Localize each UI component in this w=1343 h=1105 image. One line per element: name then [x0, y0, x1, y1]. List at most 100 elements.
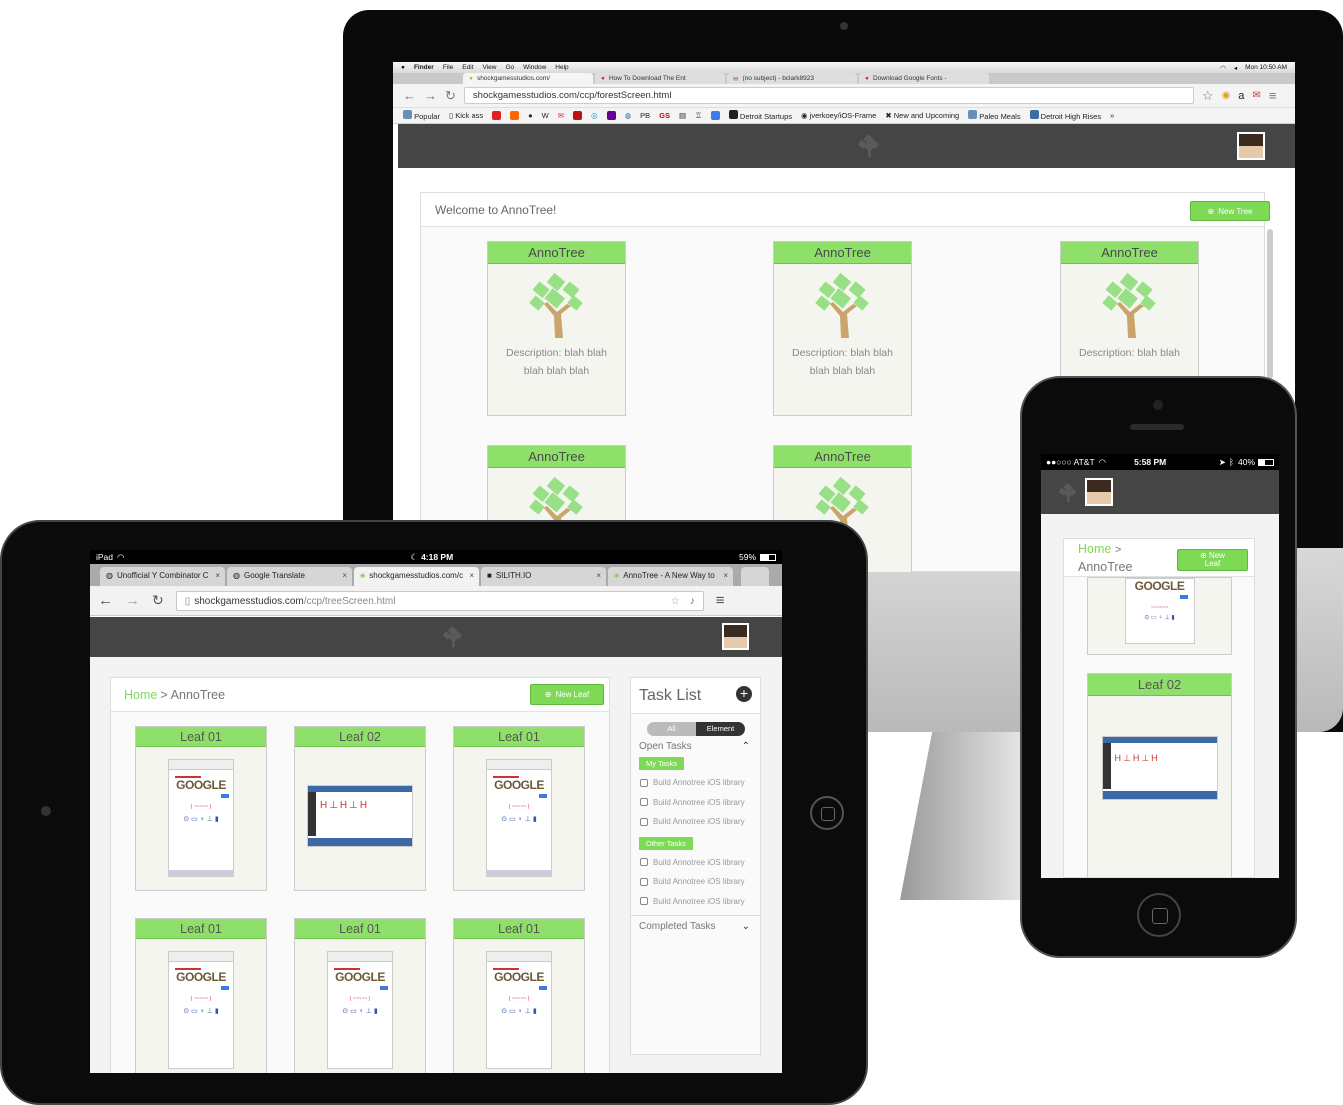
volume-icon[interactable]: ◂ — [1234, 64, 1237, 72]
bookmark-kick-ass[interactable]: ▯ Kick ass — [449, 111, 483, 120]
ipad-tab-2[interactable]: ◍ Google Translate × — [227, 567, 352, 586]
star-icon[interactable]: ☆ — [671, 596, 680, 607]
back-icon[interactable]: ← — [403, 88, 416, 103]
chevron-up-icon[interactable]: ⌃ — [742, 741, 750, 752]
menu-window[interactable]: Window — [523, 64, 546, 71]
task-item[interactable]: Build Annotree iOS library — [631, 853, 760, 873]
annotree-logo-icon[interactable] — [1057, 482, 1079, 504]
task-checkbox[interactable] — [640, 798, 648, 807]
bookmark-detroit-startups[interactable]: Detroit Startups — [728, 110, 792, 121]
task-item[interactable]: Build Annotree iOS library — [631, 872, 760, 892]
annotree-logo-icon[interactable] — [441, 625, 465, 649]
bookmark-detroit-high-rises[interactable]: Detroit High Rises — [1029, 110, 1101, 121]
reload-icon[interactable]: ↻ — [445, 88, 456, 104]
menu-edit[interactable]: Edit — [462, 64, 473, 71]
task-checkbox[interactable] — [640, 897, 648, 906]
menu-finder[interactable]: Finder — [414, 64, 434, 71]
new-tree-button[interactable]: ⊕ New Tree — [1190, 201, 1270, 221]
bookmarks-more-icon[interactable]: » — [1110, 111, 1114, 120]
close-tab-icon[interactable]: × — [469, 571, 474, 580]
completed-tasks-section[interactable]: Completed Tasks ⌄ — [631, 921, 760, 932]
trophy-icon[interactable]: ♖ — [695, 111, 702, 120]
wifi-icon[interactable]: ◠ — [1220, 64, 1226, 72]
microphone-icon[interactable]: ♪ — [690, 596, 695, 607]
leaf-card[interactable]: GOOGLE ~~~~~~ ⊙ ▭ ♀ ⊥ ▮ — [1087, 577, 1232, 655]
pb-icon[interactable]: PB — [640, 111, 650, 120]
calendar-icon[interactable]: ▤ — [679, 111, 686, 120]
menu-icon[interactable]: ≡ — [716, 592, 725, 609]
task-checkbox[interactable] — [640, 778, 648, 787]
menu-file[interactable]: File — [443, 64, 453, 71]
avatar[interactable] — [1085, 478, 1113, 506]
ipad-home-button[interactable] — [810, 796, 844, 830]
task-item[interactable]: Build Annotree iOS library — [631, 793, 760, 813]
new-leaf-button[interactable]: ⊕ New Leaf — [530, 684, 604, 705]
ipad-address-bar[interactable]: ▯ shockgamesstudios.com/ccp/treeScreen.h… — [175, 590, 704, 611]
add-task-icon[interactable]: + — [736, 686, 752, 702]
iphone-home-button[interactable] — [1137, 893, 1181, 937]
filter-all-button[interactable]: All — [647, 722, 696, 736]
avatar[interactable] — [722, 623, 749, 650]
annotree-logo-icon[interactable] — [856, 134, 882, 158]
menubar-clock[interactable]: Mon 10:50 AM — [1245, 64, 1287, 72]
gs-icon[interactable]: GS — [659, 111, 670, 120]
task-item[interactable]: Build Annotree iOS library — [631, 773, 760, 793]
mac-tab-3[interactable]: ✉ (no subject) - bclark8923 — [727, 73, 857, 84]
close-tab-icon[interactable]: × — [215, 571, 220, 580]
mac-scrollbar[interactable] — [1267, 229, 1273, 379]
task-item[interactable]: Build Annotree iOS library — [631, 812, 760, 832]
open-tasks-section[interactable]: Open Tasks ⌃ — [631, 741, 760, 752]
tree-card-2[interactable]: AnnoTree Description: blah blah blah bla… — [773, 241, 912, 416]
leaf-card[interactable]: Leaf 02 H⊥H⊥H — [1087, 673, 1232, 877]
close-tab-icon[interactable]: × — [596, 571, 601, 580]
amazon-icon[interactable]: a — [1238, 90, 1244, 102]
new-leaf-button[interactable]: ⊕ New Leaf — [1177, 549, 1248, 571]
youtube-icon[interactable] — [492, 111, 502, 120]
wikipedia-icon[interactable]: W — [542, 111, 549, 120]
skype-icon[interactable]: ◎ — [591, 111, 598, 120]
forward-icon[interactable]: → — [125, 592, 140, 609]
mac-address-bar[interactable]: shockgamesstudios.com/ccp/forestScreen.h… — [463, 87, 1194, 104]
close-tab-icon[interactable]: × — [342, 571, 347, 580]
forward-icon[interactable]: → — [424, 88, 437, 103]
task-checkbox[interactable] — [640, 858, 648, 867]
tree-card-1[interactable]: AnnoTree Description: blah blah blah bla… — [487, 241, 626, 416]
avatar[interactable] — [1237, 132, 1265, 160]
bookmark-new-upcoming[interactable]: ✖ New and Upcoming — [885, 111, 959, 120]
leaf-card-4[interactable]: Leaf 01 GOOGLE ( ~~~~~ ) ⊙ ▭ ♀ ⊥ ▮ — [135, 918, 267, 1073]
back-icon[interactable]: ← — [98, 592, 113, 609]
ipad-tab-4[interactable]: ■ SILITH.IO × — [481, 567, 606, 586]
bookmark-popular[interactable]: Popular — [403, 110, 440, 121]
ipad-tab-1[interactable]: ◍ Unofficial Y Combinator C × — [100, 567, 225, 586]
leaf-card-6[interactable]: Leaf 01 GOOGLE ( ~~~~~ ) ⊙ ▭ ♀ ⊥ ▮ — [453, 918, 585, 1073]
gmail-bookmark-icon[interactable]: ✉ — [558, 111, 564, 120]
chevron-down-icon[interactable]: ⌄ — [742, 921, 750, 932]
menu-icon[interactable]: ≡ — [1269, 88, 1277, 103]
yahoo-icon[interactable] — [606, 111, 616, 120]
task-checkbox[interactable] — [640, 817, 648, 826]
google-icon[interactable] — [710, 111, 720, 120]
bookmark-jverkoey[interactable]: ◉ jverkoey/iOS-Frame — [801, 111, 876, 120]
breadcrumb-home[interactable]: Home — [124, 688, 157, 702]
leaf-card-5[interactable]: Leaf 01 GOOGLE ( ~~~~~ ) ⊙ ▭ ♀ ⊥ ▮ — [294, 918, 426, 1073]
star-icon[interactable]: ☆ — [1202, 88, 1214, 104]
new-tab-button[interactable] — [741, 567, 769, 586]
close-tab-icon[interactable]: × — [723, 571, 728, 580]
task-item[interactable]: Build Annotree iOS library — [631, 892, 760, 912]
gmail-icon[interactable]: ✉ — [1252, 90, 1260, 101]
menu-help[interactable]: Help — [555, 64, 568, 71]
mac-tab-4[interactable]: ● Download Google Fonts - — [859, 73, 989, 84]
mac-tab-1[interactable]: ● shockgamesstudios.com/ — [463, 73, 593, 84]
menu-view[interactable]: View — [483, 64, 497, 71]
leaf-card-1[interactable]: Leaf 01 GOOGLE ( ~~~~~ ) ⊙ ▭ ♀ ⊥ ▮ — [135, 726, 267, 891]
filter-element-button[interactable]: Element — [696, 722, 745, 736]
bookmark-paleo[interactable]: Paleo Meals — [968, 110, 1021, 121]
wordpress-icon[interactable]: ◍ — [625, 111, 632, 120]
ipad-tab-3[interactable]: ♣ shockgamesstudios.com/c × — [354, 567, 479, 586]
reload-icon[interactable]: ↻ — [152, 592, 164, 609]
blogger-icon[interactable] — [510, 111, 520, 120]
leaf-card-3[interactable]: Leaf 01 GOOGLE ( ~~~~~ ) ⊙ ▭ ♀ ⊥ ▮ — [453, 726, 585, 891]
mac-tab-2[interactable]: ● How To Download The Ent — [595, 73, 725, 84]
menu-go[interactable]: Go — [505, 64, 514, 71]
netflix-icon[interactable] — [573, 111, 583, 120]
